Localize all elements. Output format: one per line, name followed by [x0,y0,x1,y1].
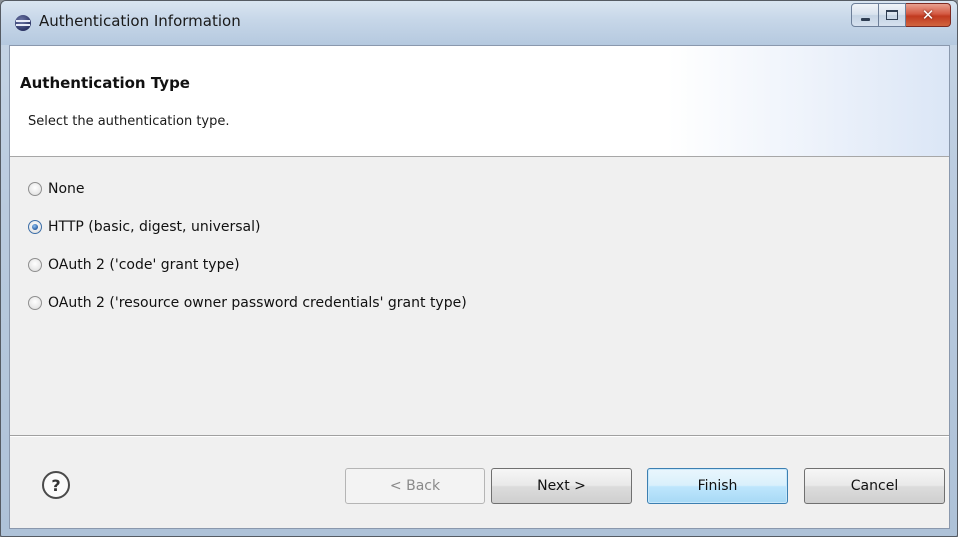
page-title: Authentication Type [20,74,190,92]
authentication-dialog: Authentication Information ✕ Authenticat… [0,0,958,537]
radio-label: OAuth 2 ('code' grant type) [48,257,240,273]
finish-button[interactable]: Finish [647,468,788,504]
radio-button[interactable] [28,258,42,272]
maximize-icon [886,10,898,20]
radio-button[interactable] [28,182,42,196]
radio-label: HTTP (basic, digest, universal) [48,219,261,235]
radio-option-http[interactable]: HTTP (basic, digest, universal) [28,216,467,238]
wizard-header: Authentication Type Select the authentic… [10,46,949,157]
cancel-button[interactable]: Cancel [804,468,945,504]
footer-separator [10,435,949,437]
page-description: Select the authentication type. [28,114,230,129]
dialog-client-area: Authentication Type Select the authentic… [9,45,950,529]
maximize-button[interactable] [879,3,906,27]
auth-type-radio-group: None HTTP (basic, digest, universal) OAu… [28,178,467,330]
window-title: Authentication Information [39,12,241,30]
window-controls: ✕ [851,3,951,27]
close-icon: ✕ [921,5,935,24]
radio-option-oauth2-password[interactable]: OAuth 2 ('resource owner password creden… [28,292,467,314]
radio-label: OAuth 2 ('resource owner password creden… [48,295,467,311]
next-button[interactable]: Next > [491,468,632,504]
eclipse-app-icon [15,15,31,31]
minimize-icon [860,17,870,21]
radio-button-selected[interactable] [28,220,42,234]
back-button[interactable]: < Back [345,468,485,504]
close-button[interactable]: ✕ [906,3,951,27]
title-bar[interactable]: Authentication Information ✕ [1,1,957,45]
minimize-button[interactable] [851,3,879,27]
radio-button[interactable] [28,296,42,310]
radio-label: None [48,181,85,197]
radio-option-none[interactable]: None [28,178,467,200]
help-icon[interactable]: ? [42,471,70,499]
radio-option-oauth2-code[interactable]: OAuth 2 ('code' grant type) [28,254,467,276]
